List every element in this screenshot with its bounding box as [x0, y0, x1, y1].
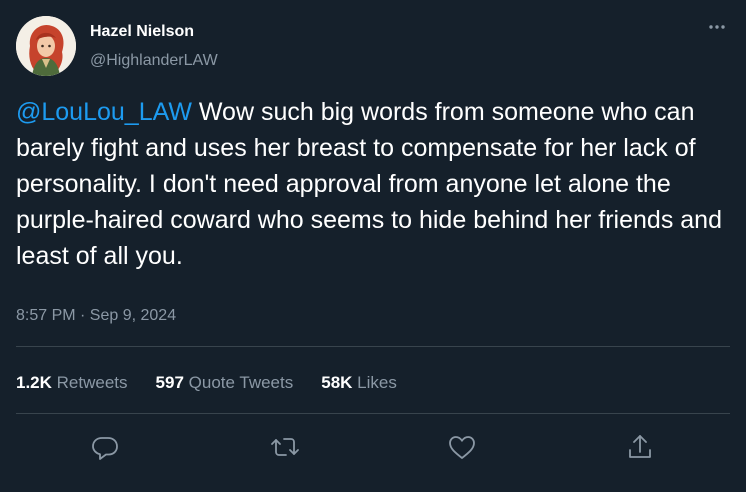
avatar[interactable]: [16, 16, 76, 76]
quote-count: 597: [155, 373, 184, 392]
likes-stat[interactable]: 58K Likes: [321, 373, 397, 393]
divider: [16, 413, 730, 414]
reply-icon[interactable]: [88, 430, 122, 464]
retweets-stat[interactable]: 1.2K Retweets: [16, 373, 128, 393]
tweet-text: @LouLou_LAW Wow such big words from some…: [16, 94, 732, 274]
engagement-stats: 1.2K Retweets 597 Quote Tweets 58K Likes: [16, 373, 425, 393]
tweet: Hazel Nielson @HighlanderLAW @LouLou_LAW…: [0, 0, 746, 492]
share-icon[interactable]: [623, 430, 657, 464]
retweets-count: 1.2K: [16, 373, 52, 392]
author-name[interactable]: Hazel Nielson: [90, 22, 194, 42]
likes-count: 58K: [321, 373, 353, 392]
more-icon[interactable]: [702, 15, 732, 39]
mention-link[interactable]: @LouLou_LAW: [16, 98, 192, 126]
retweets-label: Retweets: [56, 373, 128, 392]
author-handle[interactable]: @HighlanderLAW: [90, 51, 218, 71]
tweet-timestamp[interactable]: 8:57 PM · Sep 9, 2024: [16, 306, 176, 326]
action-bar: [0, 430, 746, 464]
likes-label: Likes: [357, 373, 397, 392]
retweet-icon[interactable]: [268, 430, 302, 464]
quote-label: Quote Tweets: [188, 373, 294, 392]
like-icon[interactable]: [445, 430, 479, 464]
divider: [16, 346, 730, 347]
quote-tweets-stat[interactable]: 597 Quote Tweets: [156, 373, 294, 393]
